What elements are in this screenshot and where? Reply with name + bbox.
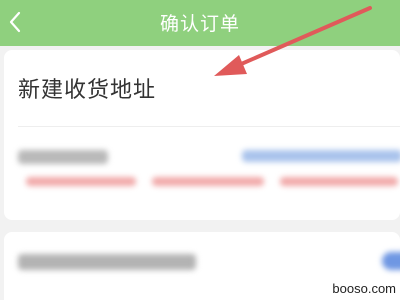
blurred-notice-3 (280, 177, 398, 186)
blurred-delivery-value[interactable] (242, 150, 400, 162)
header-bar: 确认订单 (0, 0, 400, 46)
blurred-delivery-label (18, 150, 108, 164)
watermark: booso.com (332, 281, 396, 296)
blurred-notice-2 (152, 177, 264, 186)
divider (18, 126, 400, 127)
page-title: 确认订单 (159, 13, 240, 35)
address-card: 新建收货地址 (4, 50, 400, 220)
blurred-notice-1 (26, 177, 136, 186)
new-address-button[interactable]: 新建收货地址 (18, 72, 156, 104)
blurred-toggle[interactable] (382, 252, 400, 270)
blurred-option-label (18, 254, 196, 270)
